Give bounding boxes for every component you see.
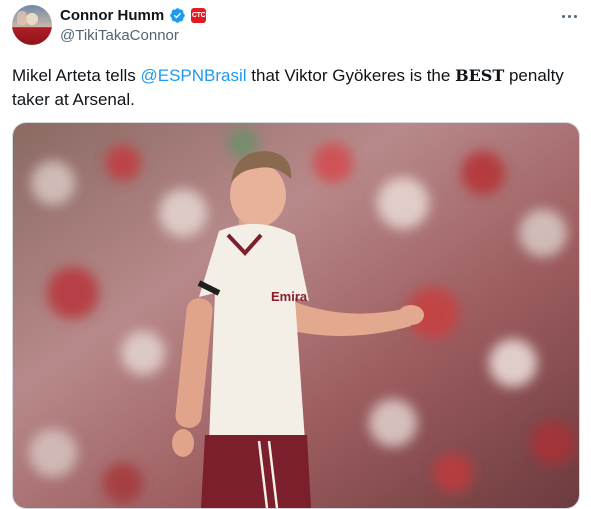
- author-name-row: Connor Humm CTC: [60, 6, 207, 25]
- avatar[interactable]: [12, 5, 52, 45]
- author-handle[interactable]: @TikiTakaConnor: [60, 27, 179, 45]
- more-dot: [561, 14, 565, 18]
- mention-link[interactable]: @ESPNBrasil: [141, 66, 247, 85]
- more-dot: [573, 14, 577, 18]
- player-photo-illustration: Emira: [13, 123, 579, 508]
- verified-badge-icon[interactable]: [169, 7, 186, 24]
- tweet-text-part: Mikel Arteta tells: [12, 66, 141, 85]
- tweet-text: Mikel Arteta tells @ESPNBrasil that Vikt…: [12, 64, 582, 112]
- author-display-name[interactable]: Connor Humm: [60, 6, 164, 25]
- more-dot: [567, 14, 571, 18]
- tweet-photo[interactable]: Emira: [12, 122, 580, 509]
- more-options-icon[interactable]: [557, 6, 581, 26]
- flair-badge: CTC: [191, 8, 207, 23]
- tweet-emphasis: BEST: [455, 66, 505, 85]
- shirt-lettering: Emira: [271, 289, 308, 304]
- tweet-text-part: that Viktor Gyökeres is the: [246, 66, 456, 85]
